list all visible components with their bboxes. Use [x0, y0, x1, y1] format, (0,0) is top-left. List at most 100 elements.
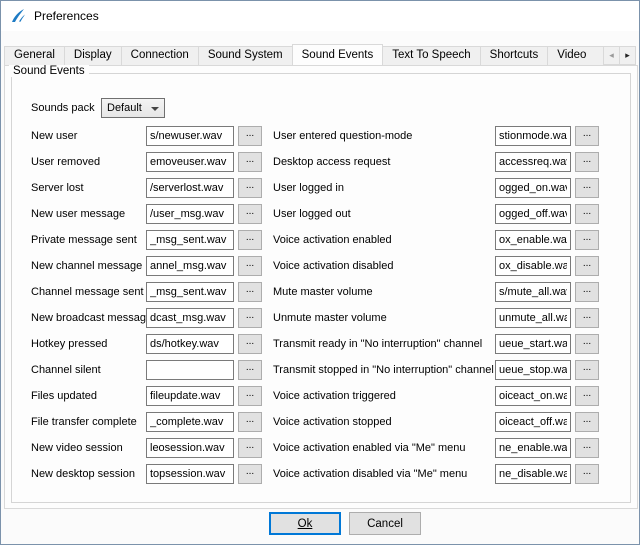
- sound-event-label: Channel message sent: [31, 286, 146, 298]
- browse-button[interactable]: ...: [575, 334, 599, 354]
- sound-file-input[interactable]: [495, 152, 571, 172]
- sound-file-input[interactable]: [146, 308, 234, 328]
- browse-button[interactable]: ...: [238, 178, 262, 198]
- sound-file-input[interactable]: [495, 464, 571, 484]
- browse-button[interactable]: ...: [575, 230, 599, 250]
- browse-button[interactable]: ...: [575, 126, 599, 146]
- window-title: Preferences: [34, 9, 99, 23]
- tab-video[interactable]: Video: [547, 46, 604, 65]
- sound-file-input[interactable]: [495, 308, 571, 328]
- browse-button[interactable]: ...: [575, 464, 599, 484]
- sound-event-row: Voice activation disabled...: [273, 253, 599, 279]
- tab-connection[interactable]: Connection: [121, 46, 199, 65]
- tab-sound-system[interactable]: Sound System: [198, 46, 293, 65]
- titlebar[interactable]: Preferences: [1, 1, 639, 31]
- sound-file-input[interactable]: [146, 412, 234, 432]
- browse-button[interactable]: ...: [238, 438, 262, 458]
- sound-file-input[interactable]: [146, 334, 234, 354]
- sound-event-row: User logged out...: [273, 201, 599, 227]
- sound-event-row: Voice activation stopped...: [273, 409, 599, 435]
- sound-file-input[interactable]: [146, 256, 234, 276]
- tab-general[interactable]: General: [4, 46, 65, 65]
- sound-file-input[interactable]: [146, 438, 234, 458]
- browse-button[interactable]: ...: [238, 360, 262, 380]
- browse-button[interactable]: ...: [238, 308, 262, 328]
- sound-event-label: New channel message: [31, 260, 146, 272]
- sound-file-input[interactable]: [495, 334, 571, 354]
- sound-file-input[interactable]: [495, 230, 571, 250]
- sound-event-row: New broadcast message...: [31, 305, 262, 331]
- sound-file-input[interactable]: [146, 464, 234, 484]
- browse-button[interactable]: ...: [238, 230, 262, 250]
- sound-event-label: File transfer complete: [31, 416, 146, 428]
- sound-file-input[interactable]: [495, 204, 571, 224]
- browse-button[interactable]: ...: [575, 282, 599, 302]
- browse-button[interactable]: ...: [238, 126, 262, 146]
- sound-event-row: Voice activation triggered...: [273, 383, 599, 409]
- browse-button[interactable]: ...: [575, 204, 599, 224]
- browse-button[interactable]: ...: [575, 308, 599, 328]
- sound-file-input[interactable]: [146, 204, 234, 224]
- sound-event-row: Mute master volume...: [273, 279, 599, 305]
- browse-button[interactable]: ...: [575, 438, 599, 458]
- sound-event-row: Files updated...: [31, 383, 262, 409]
- sounds-pack-row: Sounds pack Default: [31, 97, 165, 119]
- sound-file-input[interactable]: [146, 126, 234, 146]
- sound-event-row: Hotkey pressed...: [31, 331, 262, 357]
- sound-file-input[interactable]: [146, 360, 234, 380]
- browse-button[interactable]: ...: [238, 256, 262, 276]
- browse-button[interactable]: ...: [238, 464, 262, 484]
- sound-event-label: New user message: [31, 208, 146, 220]
- chevron-right-icon: ▸: [625, 50, 630, 61]
- sound-file-input[interactable]: [495, 256, 571, 276]
- sounds-pack-select[interactable]: Default: [101, 98, 165, 118]
- sound-event-row: User removed...: [31, 149, 262, 175]
- sound-file-input[interactable]: [495, 386, 571, 406]
- browse-button[interactable]: ...: [575, 178, 599, 198]
- sound-file-input[interactable]: [495, 412, 571, 432]
- ok-button[interactable]: Ok: [269, 512, 341, 535]
- browse-button[interactable]: ...: [238, 334, 262, 354]
- sound-file-input[interactable]: [495, 126, 571, 146]
- sound-file-input[interactable]: [495, 438, 571, 458]
- tab-bar: GeneralDisplayConnectionSound SystemSoun…: [4, 44, 604, 65]
- sound-event-row: File transfer complete...: [31, 409, 262, 435]
- tab-text-to-speech[interactable]: Text To Speech: [382, 46, 480, 65]
- browse-button[interactable]: ...: [575, 256, 599, 276]
- tab-shortcuts[interactable]: Shortcuts: [480, 46, 549, 65]
- sound-event-row: Server lost...: [31, 175, 262, 201]
- browse-button[interactable]: ...: [238, 282, 262, 302]
- tab-scroll-right-button[interactable]: ▸: [619, 46, 636, 65]
- browse-button[interactable]: ...: [575, 360, 599, 380]
- browse-button[interactable]: ...: [238, 386, 262, 406]
- sound-file-input[interactable]: [146, 230, 234, 250]
- cancel-button[interactable]: Cancel: [349, 512, 421, 535]
- sound-file-input[interactable]: [146, 178, 234, 198]
- sound-file-input[interactable]: [146, 152, 234, 172]
- sound-file-input[interactable]: [495, 178, 571, 198]
- tab-scroll-left-button[interactable]: ◂: [603, 46, 620, 65]
- sound-event-row: Transmit stopped in "No interruption" ch…: [273, 357, 599, 383]
- browse-button[interactable]: ...: [575, 412, 599, 432]
- sound-event-label: Channel silent: [31, 364, 146, 376]
- sound-file-input[interactable]: [495, 282, 571, 302]
- tab-display[interactable]: Display: [64, 46, 122, 65]
- sound-event-label: Voice activation disabled via "Me" menu: [273, 468, 495, 480]
- sound-event-label: New video session: [31, 442, 146, 454]
- sound-event-label: Voice activation enabled: [273, 234, 495, 246]
- browse-button[interactable]: ...: [238, 412, 262, 432]
- browse-button[interactable]: ...: [238, 152, 262, 172]
- sound-file-input[interactable]: [495, 360, 571, 380]
- sound-event-row: New user message...: [31, 201, 262, 227]
- browse-button[interactable]: ...: [575, 386, 599, 406]
- sound-event-label: New broadcast message: [31, 312, 146, 324]
- sound-event-row: Desktop access request...: [273, 149, 599, 175]
- tab-scroller: ◂ ▸: [603, 46, 636, 65]
- browse-button[interactable]: ...: [575, 152, 599, 172]
- sound-file-input[interactable]: [146, 386, 234, 406]
- sound-event-label: Voice activation enabled via "Me" menu: [273, 442, 495, 454]
- tab-sound-events[interactable]: Sound Events: [292, 44, 384, 65]
- browse-button[interactable]: ...: [238, 204, 262, 224]
- sound-event-label: Voice activation stopped: [273, 416, 495, 428]
- sound-file-input[interactable]: [146, 282, 234, 302]
